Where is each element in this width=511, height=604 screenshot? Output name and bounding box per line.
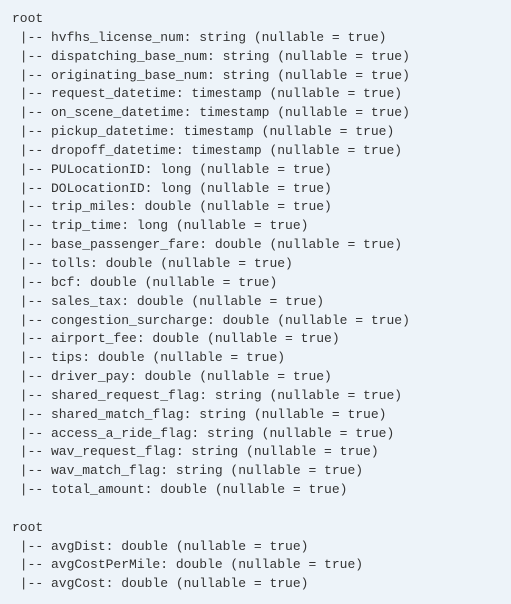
schema-output: root |-- hvfhs_license_num: string (null… (0, 0, 511, 604)
